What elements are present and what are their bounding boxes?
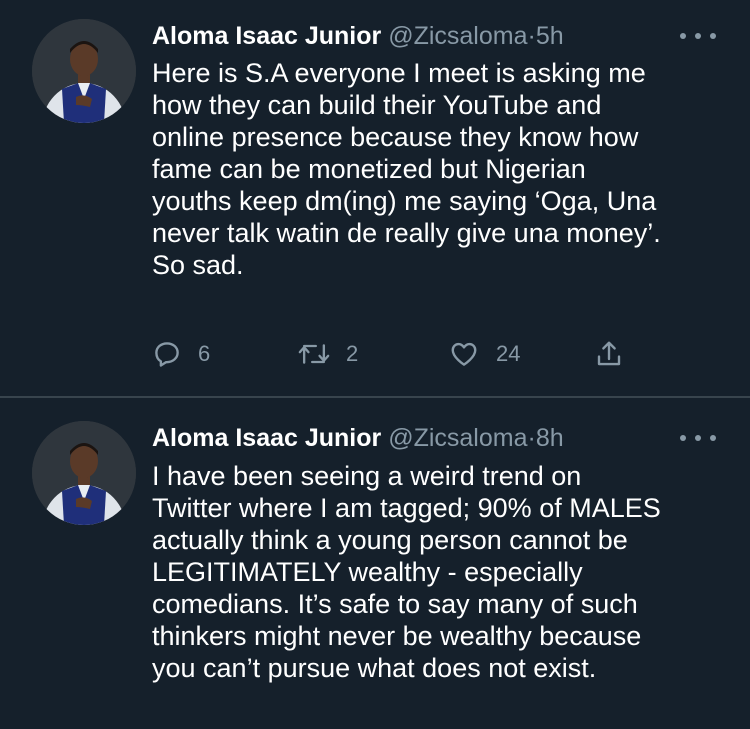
tweet-text-line: thinkers might never be wealthy because <box>152 621 642 651</box>
avatar[interactable] <box>32 421 136 525</box>
avatar-image <box>32 19 136 123</box>
tweet-actions: 6 2 24 <box>152 336 652 372</box>
like-count: 24 <box>496 341 521 366</box>
tweet-text-line: actually think a young person cannot be <box>152 525 628 555</box>
tweet-text-line: how they can build their YouTube and <box>152 90 602 120</box>
tweet-header: Aloma Isaac Junior @Zicsaloma·5h <box>152 18 564 54</box>
more-icon[interactable] <box>680 426 716 450</box>
timestamp[interactable]: 8h <box>536 424 564 452</box>
tweet-text-line: youths keep dm(ing) me saying ‘Oga, Una <box>152 186 657 216</box>
reply-button[interactable]: 6 <box>152 336 210 372</box>
more-icon[interactable] <box>680 24 716 48</box>
user-handle[interactable]: @Zicsaloma <box>388 22 527 50</box>
tweet-text-line: So sad. <box>152 250 244 280</box>
share-button[interactable] <box>594 336 624 372</box>
retweet-icon <box>298 344 330 364</box>
reply-icon <box>155 342 179 367</box>
display-name[interactable]: Aloma Isaac Junior <box>152 424 381 452</box>
tweet-text-line: Twitter where I am tagged; 90% of MALES <box>152 493 661 523</box>
tweet-text-line: I have been seeing a weird trend on <box>152 461 582 491</box>
tweet-text-line: LEGITIMATELY wealthy - especially <box>152 557 583 587</box>
avatar[interactable] <box>32 19 136 123</box>
tweet-header: Aloma Isaac Junior @Zicsaloma·8h <box>152 420 564 456</box>
avatar-image <box>32 421 136 525</box>
like-button[interactable]: 24 <box>448 336 520 372</box>
tweet[interactable]: Aloma Isaac Junior @Zicsaloma·8h I have … <box>0 398 750 729</box>
retweet-count: 2 <box>346 341 359 366</box>
display-name[interactable]: Aloma Isaac Junior <box>152 22 381 50</box>
reply-count: 6 <box>198 341 211 366</box>
separator-dot: · <box>527 22 536 50</box>
tweet-text-line: online presence because they know how <box>152 122 639 152</box>
like-icon <box>451 342 477 366</box>
tweet-text-line: you can’t pursue what does not exist. <box>152 653 597 683</box>
retweet-button[interactable]: 2 <box>298 336 358 372</box>
tweet-text: I have been seeing a weird trend on Twit… <box>152 460 732 684</box>
timestamp[interactable]: 5h <box>536 22 564 50</box>
user-handle[interactable]: @Zicsaloma <box>388 424 527 452</box>
separator-dot: · <box>527 424 536 452</box>
share-icon <box>597 341 621 366</box>
tweet-text-line: never talk watin de really give una mone… <box>152 218 661 248</box>
tweet-text: Here is S.A everyone I meet is asking me… <box>152 57 732 281</box>
tweet[interactable]: Aloma Isaac Junior @Zicsaloma·5h Here is… <box>0 0 750 396</box>
tweet-text-line: fame can be monetized but Nigerian <box>152 154 586 184</box>
tweet-text-line: comedians. It’s safe to say many of such <box>152 589 638 619</box>
tweet-text-line: Here is S.A everyone I meet is asking me <box>152 58 646 88</box>
